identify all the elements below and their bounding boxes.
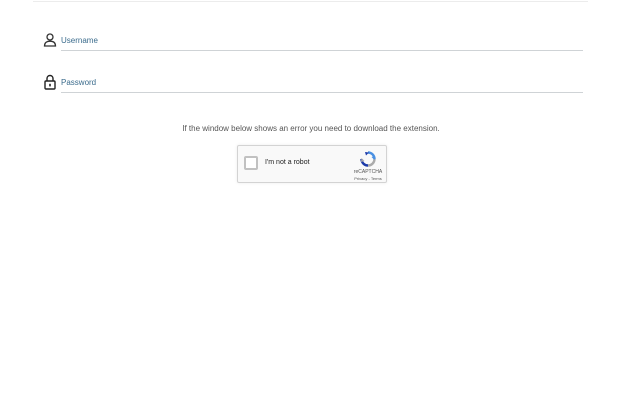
password-field-row xyxy=(43,72,583,94)
recaptcha-label: I'm not a robot xyxy=(265,159,310,166)
recaptcha-widget: I'm not a robot reCAPTCHA Privacy - Term… xyxy=(237,145,387,183)
recaptcha-brand: reCAPTCHA xyxy=(353,169,383,175)
lock-icon xyxy=(43,74,57,90)
top-divider xyxy=(33,1,588,2)
username-field-row xyxy=(43,30,583,52)
recaptcha-checkbox[interactable] xyxy=(244,156,258,170)
password-input[interactable] xyxy=(61,72,583,93)
terms-link[interactable]: Terms xyxy=(371,176,382,181)
privacy-link[interactable]: Privacy xyxy=(354,176,367,181)
user-icon xyxy=(43,32,57,48)
recaptcha-links: Privacy - Terms xyxy=(348,176,388,181)
login-page: If the window below shows an error you n… xyxy=(0,0,640,400)
username-input[interactable] xyxy=(61,30,583,51)
extension-notice: If the window below shows an error you n… xyxy=(182,124,440,133)
recaptcha-logo-icon xyxy=(360,151,376,167)
